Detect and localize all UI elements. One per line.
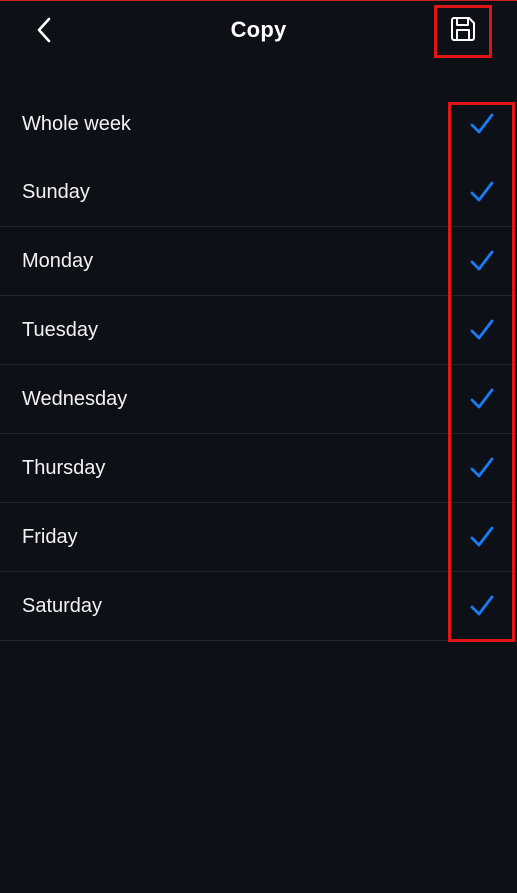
list-item-label: Thursday <box>22 456 106 479</box>
checkmark-icon <box>468 247 496 275</box>
list-item-saturday[interactable]: Saturday <box>0 572 517 641</box>
list-item-label: Tuesday <box>22 318 98 341</box>
list-item-label: Sunday <box>22 180 90 203</box>
list-item-whole-week[interactable]: Whole week <box>0 90 517 158</box>
list-item-label: Friday <box>22 525 78 548</box>
checkmark-icon <box>468 592 496 620</box>
list-item-label: Saturday <box>22 594 103 617</box>
list-item-label: Wednesday <box>22 387 128 410</box>
list-item-wednesday[interactable]: Wednesday <box>0 365 517 434</box>
list-item-monday[interactable]: Monday <box>0 227 517 296</box>
save-button[interactable] <box>434 5 492 58</box>
checkmark-icon <box>468 178 496 206</box>
floppy-disk-icon <box>449 15 477 48</box>
copy-screen: Copy Whole week Sunday Monday Tuesday We… <box>0 0 517 893</box>
list-item-label: Whole week <box>22 112 131 135</box>
list-item-tuesday[interactable]: Tuesday <box>0 296 517 365</box>
list-item-thursday[interactable]: Thursday <box>0 434 517 503</box>
header: Copy <box>0 0 517 64</box>
checkmark-icon <box>468 523 496 551</box>
checkmark-icon <box>468 385 496 413</box>
checkmark-icon <box>468 316 496 344</box>
list-item-label: Monday <box>22 249 94 272</box>
list-item-friday[interactable]: Friday <box>0 503 517 572</box>
day-list: Whole week Sunday Monday Tuesday Wednesd… <box>0 90 517 641</box>
checkmark-icon <box>468 454 496 482</box>
checkmark-icon <box>468 110 496 138</box>
list-item-sunday[interactable]: Sunday <box>0 158 517 227</box>
